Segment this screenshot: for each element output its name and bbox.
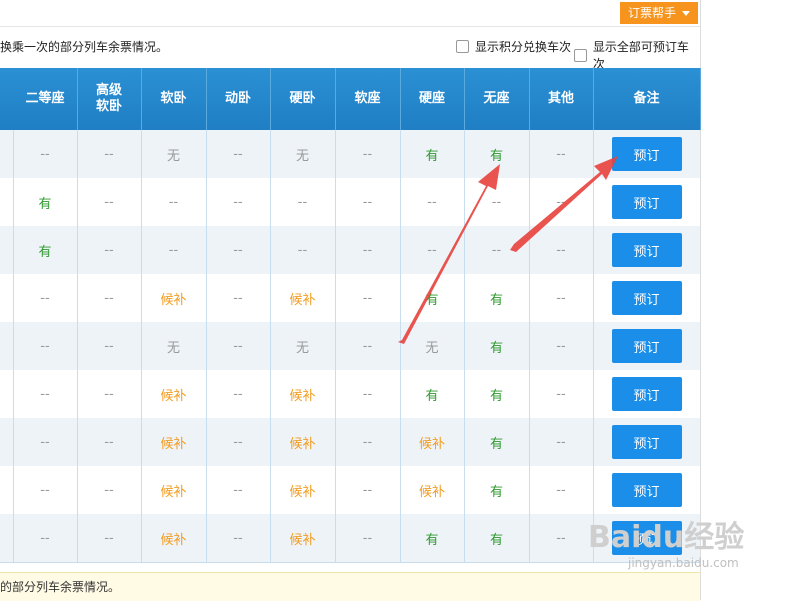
watermark: Baidu经验 jingyan.baidu.com — [588, 512, 788, 582]
annotation-arrows — [398, 156, 618, 344]
arrow-to-noseat — [398, 164, 500, 344]
watermark-url: jingyan.baidu.com — [628, 556, 739, 570]
watermark-brand: Baidu经验 — [588, 520, 745, 555]
arrow-to-book-button — [510, 156, 618, 252]
